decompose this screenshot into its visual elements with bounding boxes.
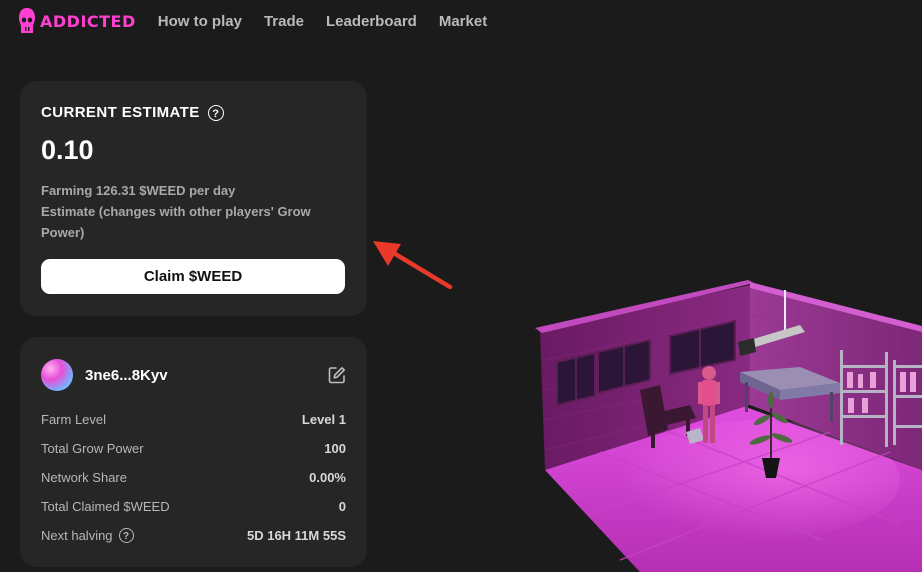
stat-value: 5D 16H 11M 55S — [246, 527, 346, 543]
stat-row-farm-level: Farm Level Level 1 — [41, 409, 346, 429]
farm-stats-card: 3ne6...8Kyv Farm Level Level 1 Total Gro… — [20, 337, 367, 567]
estimate-description: Farming 126.31 $WEED per day Estimate (c… — [41, 180, 356, 243]
stat-label: Network Share — [41, 469, 127, 485]
stat-label: Total Claimed $WEED — [41, 498, 170, 514]
stat-value: 0.00% — [309, 469, 346, 485]
stat-label: Total Grow Power — [41, 440, 144, 456]
stat-value: 0 — [338, 498, 346, 514]
current-estimate-card: CURRENT ESTIMATE ? 0.10 Farming 126.31 $… — [20, 81, 367, 316]
nav-link-market[interactable]: Market — [439, 13, 487, 30]
stat-row-total-claimed: Total Claimed $WEED 0 — [41, 496, 346, 516]
logo-text: ADDICTED — [40, 11, 136, 31]
nav-link-trade[interactable]: Trade — [264, 13, 304, 30]
farming-rate-text: Farming 126.31 $WEED per day — [41, 183, 236, 198]
wallet-address: 3ne6...8Kyv — [85, 366, 168, 384]
avatar — [41, 359, 73, 391]
help-icon[interactable]: ? — [207, 104, 224, 121]
skull-logo-icon — [19, 8, 35, 33]
claim-weed-button[interactable]: Claim $WEED — [41, 259, 345, 294]
stat-label: Next halving — [41, 527, 113, 543]
stat-row-next-halving: Next halving ? 5D 16H 11M 55S — [41, 525, 346, 545]
help-icon[interactable]: ? — [118, 527, 134, 543]
estimate-note-text: Estimate (changes with other players' Gr… — [41, 204, 311, 240]
stat-row-network-share: Network Share 0.00% — [41, 467, 346, 487]
stat-value: Level 1 — [301, 411, 346, 427]
user-row: 3ne6...8Kyv — [41, 359, 346, 391]
stat-row-total-grow-power: Total Grow Power 100 — [41, 438, 346, 458]
estimate-value: 0.10 — [41, 135, 94, 165]
estimate-header: CURRENT ESTIMATE ? — [41, 104, 224, 121]
stat-value: 100 — [324, 440, 346, 456]
estimate-title: CURRENT ESTIMATE — [41, 104, 200, 121]
top-nav: ADDICTED How to play Trade Leaderboard M… — [18, 6, 509, 36]
nav-link-how-to-play[interactable]: How to play — [158, 13, 242, 30]
page: ADDICTED How to play Trade Leaderboard M… — [0, 0, 922, 572]
edit-icon[interactable] — [328, 366, 346, 384]
stat-label: Farm Level — [41, 411, 107, 427]
next-halving-label: Next halving ? — [41, 527, 134, 543]
nav-link-leaderboard[interactable]: Leaderboard — [326, 13, 417, 30]
arrow-annotation — [373, 241, 453, 290]
logo[interactable]: ADDICTED — [18, 7, 136, 35]
